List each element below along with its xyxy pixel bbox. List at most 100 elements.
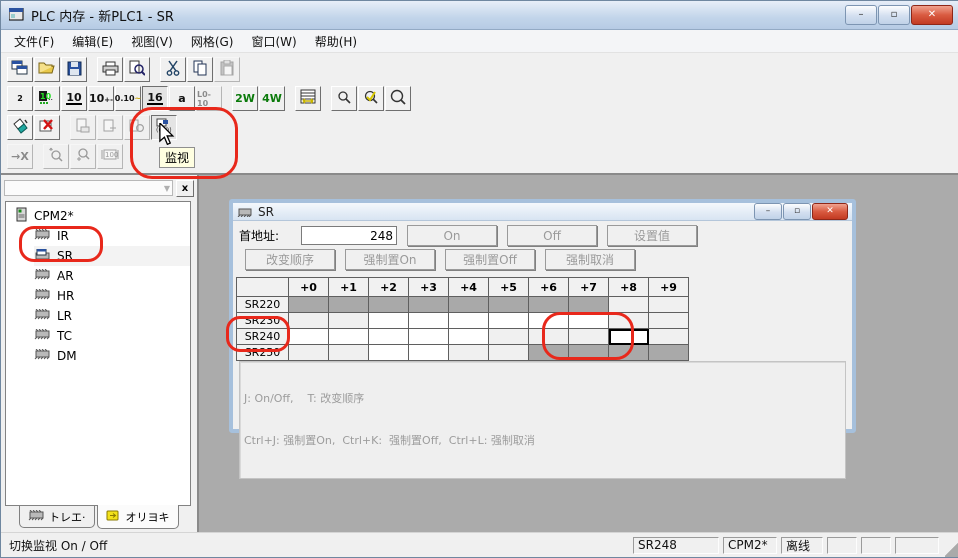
- memory-cell[interactable]: [289, 329, 329, 345]
- hex-button[interactable]: 16: [142, 86, 168, 111]
- menu-item-5[interactable]: 帮助(H): [306, 31, 366, 52]
- sr-maximize-button[interactable]: ▫: [783, 203, 811, 220]
- decimal-button[interactable]: 10: [61, 86, 87, 111]
- title-bar: PLC 内存 - 新PLC1 - SR – ▫ ✕: [1, 1, 958, 30]
- memory-cell[interactable]: [289, 297, 329, 313]
- memory-cell[interactable]: [329, 313, 369, 329]
- double-word-button[interactable]: 2W: [232, 86, 258, 111]
- open-button[interactable]: [34, 57, 60, 82]
- tree-item-dm[interactable]: DM: [34, 346, 190, 366]
- memory-cell[interactable]: [489, 313, 529, 329]
- print-preview-button[interactable]: [124, 57, 150, 82]
- toolbar-area: 210..1010+-0.10~16aL0-102W4W (0-0) →X100: [1, 53, 958, 175]
- zoom-in-button[interactable]: [385, 86, 411, 111]
- binary-tray-button[interactable]: 10..: [34, 86, 60, 111]
- memory-cell[interactable]: [649, 313, 689, 329]
- memory-cell[interactable]: [529, 329, 569, 345]
- memory-cell[interactable]: [289, 345, 329, 361]
- zoom-custom-icon: [363, 90, 379, 108]
- memory-cell[interactable]: [369, 345, 409, 361]
- sidebar-tab-1[interactable]: オリヨキ: [97, 505, 179, 529]
- memory-cell[interactable]: [569, 329, 609, 345]
- set-value-icon: [75, 147, 91, 166]
- memory-cell[interactable]: [409, 345, 449, 361]
- memory-cell[interactable]: [369, 329, 409, 345]
- sr-controls: 首地址: OnOff设置值 改变顺序强制置On强制置Off强制取消: [233, 221, 852, 275]
- memory-cell[interactable]: [449, 345, 489, 361]
- tree-item-lr[interactable]: LR: [34, 306, 190, 326]
- memory-cell[interactable]: [649, 345, 689, 361]
- memory-cell[interactable]: [449, 297, 489, 313]
- memory-cell[interactable]: [289, 313, 329, 329]
- signed-decimal-button[interactable]: 10+-: [88, 86, 114, 111]
- memory-cell[interactable]: [489, 345, 529, 361]
- memory-cell[interactable]: [369, 297, 409, 313]
- column-width-button[interactable]: [295, 86, 321, 111]
- zoom-out-button[interactable]: [331, 86, 357, 111]
- memory-area-monitor-icon: [34, 249, 51, 264]
- memory-cell[interactable]: [609, 345, 649, 361]
- sr-title-bar: SR – ▫ ✕: [233, 203, 852, 221]
- resize-grip[interactable]: [945, 533, 958, 557]
- menu-item-2[interactable]: 视图(V): [122, 31, 182, 52]
- float-button[interactable]: 0.10~: [115, 86, 141, 111]
- memory-cell[interactable]: [649, 297, 689, 313]
- memory-cell[interactable]: [609, 313, 649, 329]
- memory-cell[interactable]: [409, 313, 449, 329]
- fill-memory-button[interactable]: [7, 115, 33, 140]
- tree-item-ir[interactable]: IR: [34, 226, 190, 246]
- menu-item-0[interactable]: 文件(F): [5, 31, 63, 52]
- memory-cell[interactable]: [489, 297, 529, 313]
- memory-cell[interactable]: [409, 297, 449, 313]
- sr-minimize-button[interactable]: –: [754, 203, 782, 220]
- tree-item-hr[interactable]: HR: [34, 286, 190, 306]
- tree-item-sr[interactable]: SR: [34, 246, 190, 266]
- address-combo[interactable]: ▼: [4, 180, 173, 196]
- off-button: Off: [507, 225, 597, 246]
- tree-item-tc[interactable]: TC: [34, 326, 190, 346]
- save-button[interactable]: [61, 57, 87, 82]
- memory-cell[interactable]: [329, 329, 369, 345]
- cut-button[interactable]: [160, 57, 186, 82]
- memory-cell[interactable]: [489, 329, 529, 345]
- memory-cell[interactable]: [369, 313, 409, 329]
- compare-memory-icon: [129, 118, 145, 137]
- memory-cell[interactable]: [449, 313, 489, 329]
- sidebar-tab-0[interactable]: トレエ·: [19, 506, 95, 528]
- memory-cell[interactable]: [649, 329, 689, 345]
- close-button[interactable]: ✕: [911, 5, 953, 25]
- menu-item-3[interactable]: 网格(G): [182, 31, 243, 52]
- tree-item-ar[interactable]: AR: [34, 266, 190, 286]
- cascade-windows-button[interactable]: [7, 57, 33, 82]
- quad-word-button[interactable]: 4W: [259, 86, 285, 111]
- memory-cell[interactable]: [529, 345, 569, 361]
- clear-memory-button[interactable]: [34, 115, 60, 140]
- memory-cell[interactable]: [329, 345, 369, 361]
- grid-col-header: +3: [409, 278, 449, 297]
- app-icon: [9, 8, 25, 22]
- memory-cell[interactable]: [329, 297, 369, 313]
- menu-item-1[interactable]: 编辑(E): [63, 31, 122, 52]
- zoom-custom-button[interactable]: [358, 86, 384, 111]
- selected-memory-cell[interactable]: [609, 329, 649, 345]
- memory-cell[interactable]: [529, 313, 569, 329]
- tree-root-cpm2[interactable]: CPM2*: [16, 206, 190, 226]
- memory-cell[interactable]: [569, 345, 609, 361]
- print-icon: [102, 61, 119, 79]
- sr-close-button[interactable]: ✕: [812, 203, 848, 220]
- copy-button[interactable]: [187, 57, 213, 82]
- ascii-button[interactable]: a: [169, 86, 195, 111]
- memory-cell[interactable]: [409, 329, 449, 345]
- memory-cell[interactable]: [609, 297, 649, 313]
- menu-item-4[interactable]: 窗口(W): [242, 31, 305, 52]
- sidebar-close-button[interactable]: x: [176, 180, 194, 197]
- maximize-button[interactable]: ▫: [878, 5, 910, 25]
- memory-cell[interactable]: [529, 297, 569, 313]
- binary-button[interactable]: 2: [7, 86, 33, 111]
- minimize-button[interactable]: –: [845, 5, 877, 25]
- print-button[interactable]: [97, 57, 123, 82]
- memory-cell[interactable]: [569, 313, 609, 329]
- memory-cell[interactable]: [569, 297, 609, 313]
- memory-cell[interactable]: [449, 329, 489, 345]
- start-address-input[interactable]: [301, 226, 397, 245]
